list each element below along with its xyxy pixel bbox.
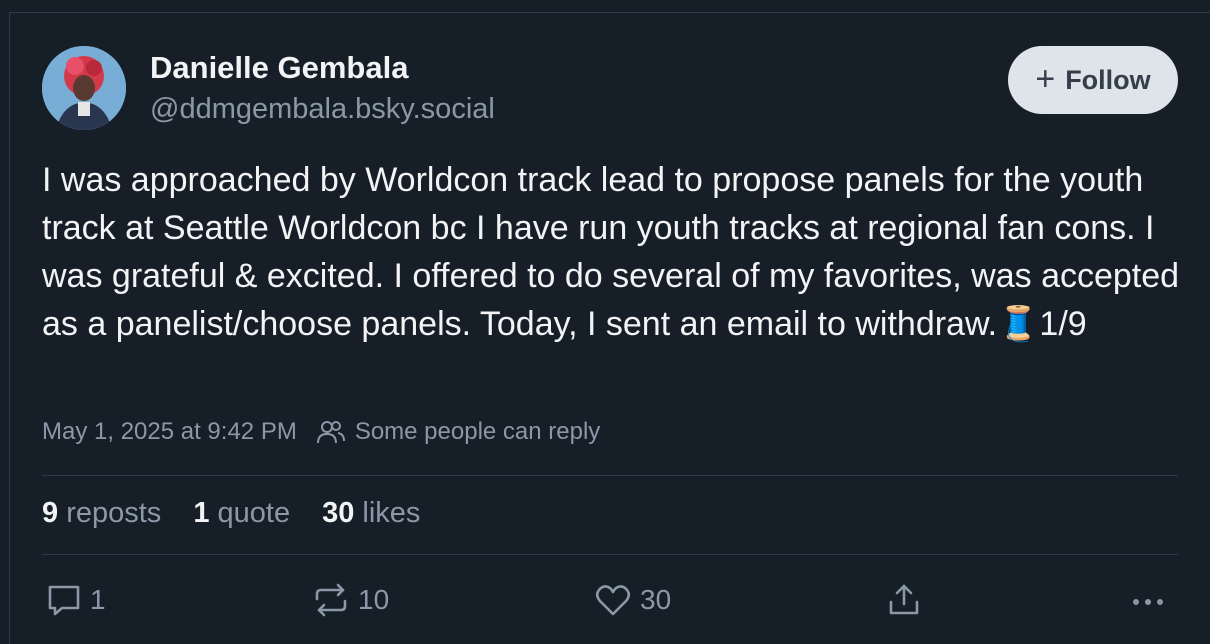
more-button[interactable] xyxy=(1128,582,1168,618)
reposts-stat[interactable]: 9 reposts xyxy=(42,497,161,530)
post-timestamp[interactable]: May 1, 2025 at 9:42 PM xyxy=(42,418,297,446)
divider xyxy=(42,554,1178,555)
more-icon xyxy=(1133,599,1163,605)
reply-restriction[interactable]: Some people can reply xyxy=(316,418,601,446)
action-bar: 1 10 30 xyxy=(0,582,1210,626)
post-meta: May 1, 2025 at 9:42 PM Some people can r… xyxy=(42,418,600,446)
reply-button[interactable]: 1 xyxy=(46,582,106,618)
plus-icon: + xyxy=(1035,59,1056,98)
like-button[interactable]: 30 xyxy=(594,582,671,618)
likes-count: 30 xyxy=(322,497,355,529)
reposts-count: 9 xyxy=(42,497,59,529)
reposts-label: reposts xyxy=(66,497,162,529)
people-icon xyxy=(316,421,345,444)
repost-icon xyxy=(315,583,347,617)
reply-restriction-label: Some people can reply xyxy=(354,418,601,445)
repost-button[interactable]: 10 xyxy=(312,582,389,618)
follow-button[interactable]: + Follow xyxy=(1008,46,1178,114)
quotes-count: 1 xyxy=(193,497,210,529)
likes-label: likes xyxy=(362,497,421,529)
author-name[interactable]: Danielle Gembala xyxy=(150,50,408,86)
divider xyxy=(42,475,1178,476)
share-button[interactable] xyxy=(886,582,922,618)
engagement-stats: 9 reposts 1 quote 30 likes xyxy=(42,497,420,530)
share-icon xyxy=(889,584,919,615)
post-text: I was approached by Worldcon track lead … xyxy=(42,161,1180,343)
like-icon xyxy=(595,585,631,616)
follow-label: Follow xyxy=(1065,64,1151,95)
reply-count: 1 xyxy=(90,584,106,615)
avatar[interactable] xyxy=(42,46,126,130)
avatar-image xyxy=(42,46,126,130)
like-count: 30 xyxy=(640,584,672,615)
repost-count: 10 xyxy=(358,584,390,615)
quotes-stat[interactable]: 1 quote xyxy=(193,497,290,530)
reply-icon xyxy=(48,585,80,616)
quotes-label: quote xyxy=(217,497,291,529)
likes-stat[interactable]: 30 likes xyxy=(322,497,420,530)
author-handle[interactable]: @ddmgembala.bsky.social xyxy=(150,93,495,126)
